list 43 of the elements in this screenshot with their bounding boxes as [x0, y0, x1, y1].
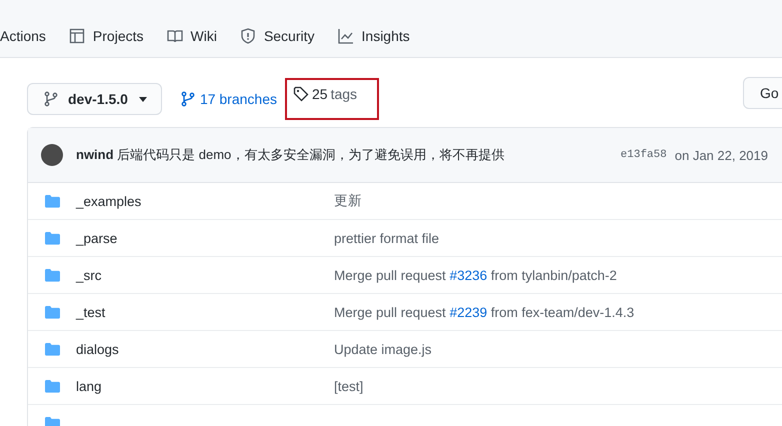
line-graph-icon [338, 28, 354, 44]
folder-icon [44, 416, 61, 426]
author-link[interactable]: nwind [76, 147, 114, 162]
file-name-link[interactable]: _src [76, 268, 102, 283]
nav-tab[interactable]: Security [240, 28, 315, 44]
pull-request-link[interactable]: #2239 [450, 304, 488, 320]
file-name-link[interactable]: _parse [76, 231, 118, 246]
file-name-link[interactable]: dialogs [76, 342, 119, 357]
commit-message-text: Merge pull request #3236 from tylanbin/patch-2 [334, 268, 617, 282]
nav-tab[interactable]: Actions [0, 28, 46, 44]
commit-message: nwind 后端代码只是 demo，有太多安全漏洞，为了避免误用，将不再提供 [76, 146, 504, 164]
branch-icon [180, 91, 196, 107]
commit-sha[interactable]: e13fa58 [620, 149, 667, 161]
folder-icon [44, 230, 61, 246]
folder-icon [44, 194, 61, 208]
file-name-link[interactable]: _test [76, 305, 106, 320]
shield-icon [240, 28, 256, 44]
avatar [41, 144, 63, 166]
commit-message-text: Update image.js [334, 342, 432, 356]
branch-icon [43, 91, 59, 107]
nav-tab[interactable]: Wiki [166, 28, 217, 44]
folder-icon [44, 378, 61, 394]
pull-request-link[interactable]: #3236 [450, 268, 488, 282]
table-icon [68, 28, 85, 44]
tags-link[interactable]: 25 tags [293, 86, 358, 102]
go-button[interactable]: Go [743, 77, 782, 109]
commit-message-text: Merge pull request #2239 from fex-team/dev-1.4.3 [334, 304, 634, 320]
file-name-link[interactable]: _examples [76, 194, 142, 209]
folder-icon [44, 304, 61, 320]
tag-icon [293, 86, 309, 102]
nav-tab[interactable]: Projects [68, 28, 144, 44]
branches-link[interactable]: 17 branches [180, 91, 277, 107]
book-icon [166, 28, 182, 44]
commit-message-text: [test] [334, 378, 364, 394]
nav-tab[interactable]: Insights [338, 28, 410, 44]
caret-icon [138, 96, 147, 102]
commit-message-text: prettier format file [334, 230, 440, 246]
folder-icon [44, 342, 61, 356]
branch-dropdown[interactable]: dev-1.5.0 [27, 83, 162, 115]
commit-date: on Jan 22, 2019 [674, 148, 768, 162]
file-name-link[interactable]: lang [76, 379, 102, 394]
folder-icon [44, 268, 61, 282]
commit-message-text: 更新 [334, 193, 362, 208]
